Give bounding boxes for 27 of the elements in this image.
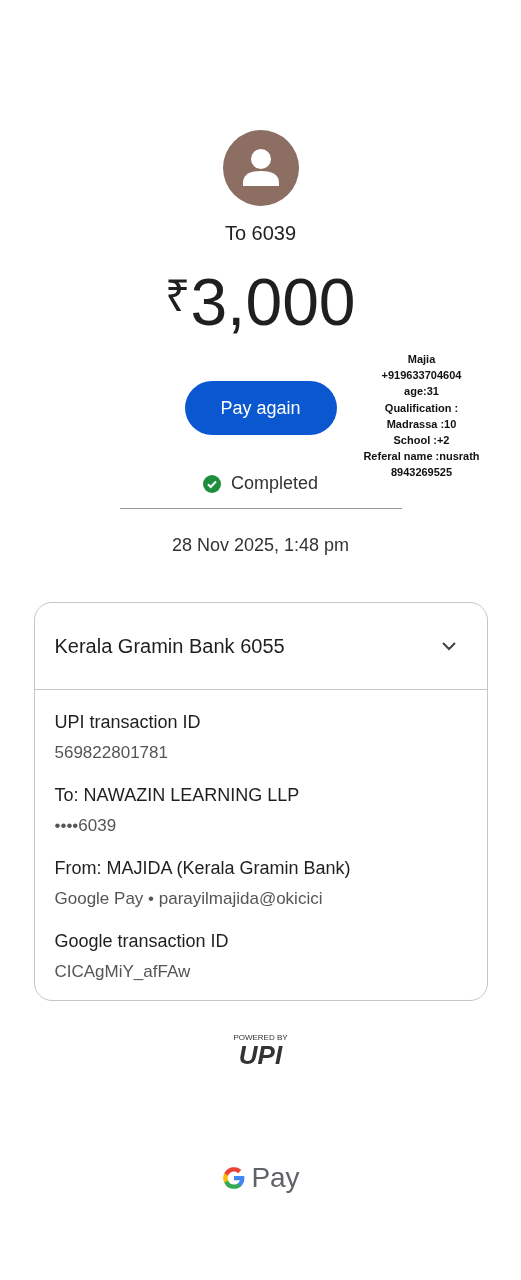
detail-value: Google Pay • parayilmajida@okicici xyxy=(54,889,324,909)
note-text: School :+2 xyxy=(392,433,451,448)
note-text: age:31 xyxy=(403,384,440,400)
detail-value: CICAgMiY_afFAw xyxy=(54,962,192,982)
pay-wordmark: Pay xyxy=(251,1162,300,1194)
pay-again-button[interactable]: Pay again xyxy=(184,381,337,435)
note-text: Madrassa :10 xyxy=(385,416,458,432)
note-text: +919633704604 xyxy=(380,368,463,384)
note-text: Majia xyxy=(406,352,437,367)
chevron-icon[interactable] xyxy=(440,641,457,651)
detail-value: ••••6039 xyxy=(54,816,118,836)
detail-label: UPI transaction ID xyxy=(54,712,202,733)
note-text: Referal name :nusrath xyxy=(362,449,481,465)
note-text: 8943269525 xyxy=(389,465,454,481)
note-text: Qualification : xyxy=(383,400,460,416)
detail-value: 569822801781 xyxy=(54,743,169,763)
date-text: 28 Nov 2025, 1:48 pm xyxy=(171,535,350,556)
powered-by-text: POWERED BY xyxy=(233,1033,288,1042)
status-label: Completed xyxy=(230,473,318,494)
detail-label: To: NAWAZIN LEARNING LLP xyxy=(54,785,301,806)
avatar-icon xyxy=(222,130,299,206)
bank-title: Kerala Gramin Bank 6055 xyxy=(54,634,285,658)
detail-label: From: MAJIDA (Kerala Gramin Bank) xyxy=(54,858,352,879)
recipient-label: To 6039 xyxy=(224,222,297,245)
detail-label: Google transaction ID xyxy=(54,931,230,952)
amount-text: $^{₹}$3,000 xyxy=(165,269,356,335)
upi-logo: UPI xyxy=(238,1042,283,1068)
